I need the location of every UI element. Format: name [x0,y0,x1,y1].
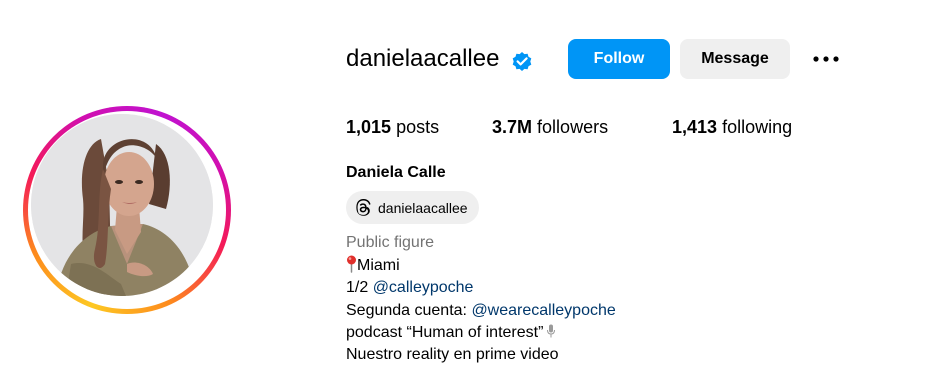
avatar-photo [31,114,213,296]
round-pushpin-icon [347,255,356,273]
followers-stat[interactable]: 3.7M followers [492,115,608,139]
full-name: Daniela Calle [346,164,446,181]
bio-line-city: Miami [346,255,400,277]
profile-header: danielaacallee Follow Message 1,015 post… [0,0,934,365]
follow-button[interactable]: Follow [568,39,670,79]
bio-line-reality: Nuestro reality en prime video [346,346,559,363]
category-label: Public figure [346,234,435,251]
followers-count: 3.7M [492,117,533,137]
threads-link[interactable]: danielaacallee [346,191,479,224]
story-ring[interactable] [23,106,231,314]
mention-calleypoche[interactable]: @calleypoche [373,279,474,296]
message-button[interactable]: Message [680,39,790,79]
bio-line-second-account: Segunda cuenta: @wearecalleypoche [346,300,616,322]
bio-podcast: podcast “Human of interest” [346,324,544,341]
username: danielaacallee [346,45,500,72]
threads-handle: danielaacallee [378,199,468,216]
posts-count: 1,015 [346,117,392,137]
posts-stat: 1,015 posts [346,115,439,139]
verified-badge-icon [512,52,532,71]
followers-label: followers [537,117,609,137]
bio-second-prefix: Segunda cuenta: [346,302,472,319]
threads-icon [356,198,371,216]
following-label: following [722,117,793,137]
avatar[interactable] [31,114,213,296]
bio-line-podcast: podcast “Human of interest” [346,322,556,344]
bio-line-part: 1/2 @calleypoche [346,277,473,299]
microphone-icon [547,324,556,338]
mention-wearecalleypoche[interactable]: @wearecalleypoche [471,302,615,319]
following-count: 1,413 [672,117,718,137]
following-stat[interactable]: 1,413 following [672,115,792,139]
bio-city: Miami [357,257,400,274]
posts-label: posts [396,117,440,137]
more-options-icon[interactable] [810,47,842,71]
bio-part-prefix: 1/2 [346,279,373,296]
